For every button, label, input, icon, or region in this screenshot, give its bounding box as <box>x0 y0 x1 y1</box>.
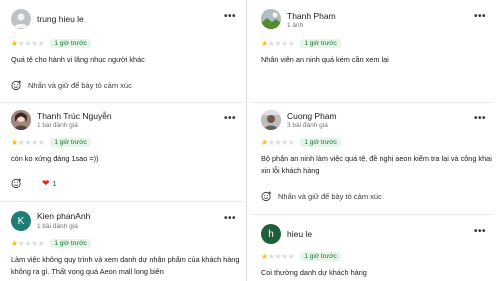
review-text: Quá tệ cho hành vi lăng nhục người khác <box>11 55 145 64</box>
reviews-column-left: trung hieu le ••• ★★★★★ 1 giờ trước Quá … <box>0 0 244 281</box>
smiley-add-icon <box>261 191 272 202</box>
more-options-icon[interactable]: ••• <box>474 113 486 124</box>
avatar[interactable] <box>11 110 31 130</box>
star-rating: ★★★★★ <box>11 137 45 147</box>
avatar[interactable] <box>261 9 281 29</box>
more-options-icon[interactable]: ••• <box>224 113 236 124</box>
star-rating: ★★★★★ <box>11 238 45 248</box>
review-count: 1 bài đánh giá <box>37 223 78 230</box>
smiley-add-icon <box>11 80 22 91</box>
time-badge: 1 giờ trước <box>50 39 91 48</box>
review-text: Coi thường danh dự khách hàng <box>261 268 367 277</box>
review-text: Làm việc không quy trình và xem danh dự … <box>11 255 240 276</box>
smiley-add-icon[interactable] <box>11 178 22 189</box>
reviewer-name[interactable]: Kien phanAnh <box>37 211 90 221</box>
time-badge: 1 giờ trước <box>300 39 341 48</box>
avatar[interactable] <box>11 9 31 29</box>
star-rating: ★★★★★ <box>261 251 295 261</box>
rating: ★★★★★ 1 giờ trước <box>11 138 91 147</box>
divider <box>250 214 494 215</box>
rating: ★★★★★ 1 giờ trước <box>261 39 341 48</box>
heart-icon: ❤ <box>42 178 50 188</box>
review-count: 1 bài đánh giá <box>37 122 78 129</box>
more-options-icon[interactable]: ••• <box>224 11 236 22</box>
divider <box>0 102 244 103</box>
reviews-column-right: Thanh Pham 1 ảnh ••• ★★★★★ 1 giờ trước N… <box>250 0 494 281</box>
more-options-icon[interactable]: ••• <box>474 11 486 22</box>
reaction-label: Nhấn và giữ để bày tỏ cảm xúc <box>28 81 132 90</box>
time-badge: 1 giờ trước <box>50 138 91 147</box>
reviewer-name[interactable]: hieu le <box>287 229 312 239</box>
heart-count: 1 <box>52 179 57 188</box>
review-text: Nhân viên an ninh quá kém cần xem lại <box>261 55 389 64</box>
divider <box>250 102 494 103</box>
more-options-icon[interactable]: ••• <box>474 226 486 237</box>
review-text: còn ko xứng đáng 1sao =)) <box>11 154 99 163</box>
reviewer-name[interactable]: Thanh Trúc Nguyễn <box>37 111 112 121</box>
heart-reaction[interactable]: ❤ 1 <box>42 178 57 189</box>
rating: ★★★★★ 1 giờ trước <box>261 138 341 147</box>
avatar[interactable]: K <box>11 211 31 231</box>
reviewer-name[interactable]: trung hieu le <box>37 14 84 24</box>
avatar[interactable] <box>261 110 281 130</box>
rating: ★★★★★ 1 giờ trước <box>11 239 91 248</box>
review-text: Bộ phận an ninh làm việc quá tệ, đề nghị… <box>261 154 492 175</box>
star-rating: ★★★★★ <box>261 137 295 147</box>
star-rating: ★★★★★ <box>11 38 45 48</box>
photo-count: 1 ảnh <box>287 22 304 29</box>
reviewer-name[interactable]: Thanh Pham <box>287 11 336 21</box>
more-options-icon[interactable]: ••• <box>224 213 236 224</box>
reaction-bar: ❤ 1 <box>11 178 57 189</box>
column-divider <box>246 0 247 281</box>
rating: ★★★★★ 1 giờ trước <box>11 39 91 48</box>
star-rating: ★★★★★ <box>261 38 295 48</box>
avatar[interactable]: h <box>261 224 281 244</box>
review-count: 3 bài đánh giá <box>287 122 328 129</box>
reaction-button[interactable]: Nhấn và giữ để bày tỏ cảm xúc <box>261 191 382 202</box>
rating: ★★★★★ 1 giờ trước <box>261 252 341 261</box>
time-badge: 1 giờ trước <box>300 252 341 261</box>
divider <box>0 201 244 202</box>
reaction-button[interactable]: Nhấn và giữ để bày tỏ cảm xúc <box>11 80 132 91</box>
reaction-label: Nhấn và giữ để bày tỏ cảm xúc <box>278 192 382 201</box>
reviewer-name[interactable]: Cuong Pham <box>287 111 337 121</box>
time-badge: 1 giờ trước <box>300 138 341 147</box>
time-badge: 1 giờ trước <box>50 239 91 248</box>
